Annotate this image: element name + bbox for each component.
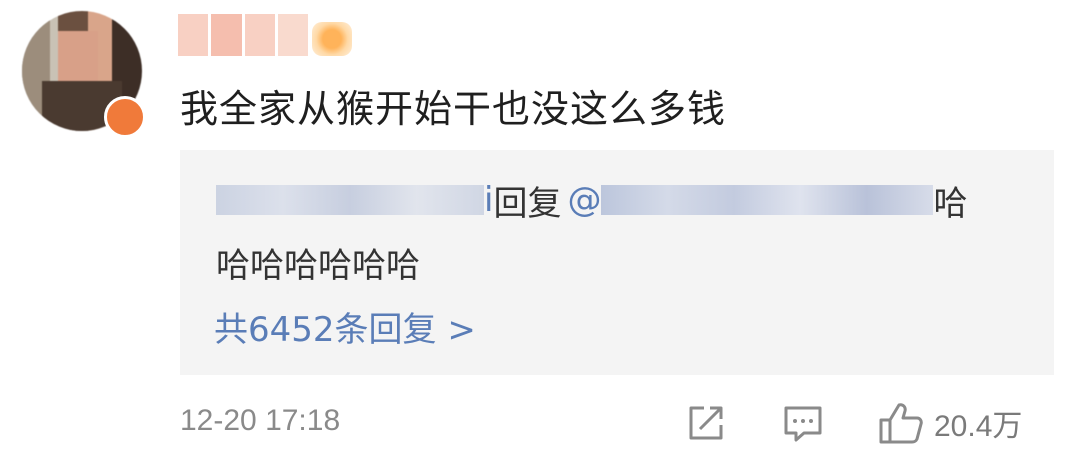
like-count: 20.4万 xyxy=(934,410,1023,443)
thumbs-up-icon xyxy=(879,403,923,444)
mention-username-blurred[interactable] xyxy=(601,185,934,215)
comment-text: 我全家从猴开始干也没这么多钱 xyxy=(180,87,727,131)
view-all-replies-link[interactable]: 共6452条回复 > xyxy=(214,302,476,351)
comment-icon xyxy=(784,406,822,442)
share-button[interactable] xyxy=(686,400,730,446)
mention-at[interactable]: @ xyxy=(567,180,601,220)
reply-text-continued: 哈哈哈哈哈哈 xyxy=(216,246,420,286)
vip-icon xyxy=(312,22,352,56)
comment-timestamp: 12-20 17:18 xyxy=(180,404,341,437)
reply-username-suffix: i xyxy=(484,180,494,220)
reply-word: 回复 xyxy=(493,183,562,224)
reply-username-blurred[interactable] xyxy=(216,185,484,215)
verified-badge-icon xyxy=(104,96,146,138)
reply-button[interactable] xyxy=(782,400,828,446)
share-icon xyxy=(689,406,723,440)
reply-preview[interactable]: i 回复 @ 哈 哈哈哈哈哈哈 共6452条回复 > xyxy=(180,150,1054,375)
reply-line: i 回复 @ 哈 xyxy=(216,178,968,224)
reply-text-tail: 哈 xyxy=(933,183,968,224)
like-button[interactable]: 20.4万 xyxy=(878,400,1022,446)
username-blurred[interactable] xyxy=(178,14,308,56)
